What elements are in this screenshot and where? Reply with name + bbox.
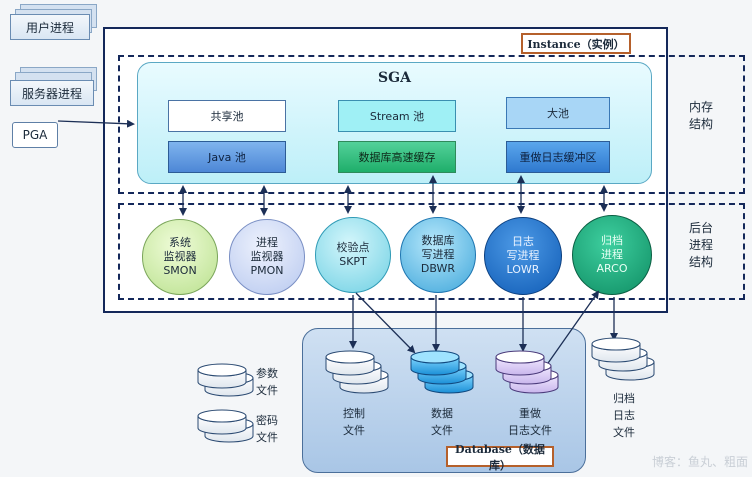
file-label-line: 日志文件 bbox=[508, 424, 552, 437]
file-label-line: 文件 bbox=[431, 424, 453, 437]
file-label-line: 控制 bbox=[343, 407, 365, 420]
archive-log-file-icon bbox=[591, 337, 655, 381]
archive-log-file-label: 归档 日志 文件 bbox=[608, 390, 640, 441]
file-label-line: 文件 bbox=[256, 384, 278, 397]
data-file-label: 数据 文件 bbox=[424, 405, 460, 439]
file-label-line: 数据 bbox=[431, 407, 453, 420]
redo-log-file-icon bbox=[495, 350, 559, 394]
redo-log-file-label: 重做 日志文件 bbox=[500, 405, 560, 439]
file-label-line: 文件 bbox=[613, 426, 635, 439]
data-file-icon bbox=[410, 350, 474, 394]
file-label-line: 文件 bbox=[343, 424, 365, 437]
watermark: 博客：鱼丸、粗面 bbox=[651, 455, 748, 469]
file-label-line: 重做 bbox=[519, 407, 541, 420]
file-label-line: 归档 bbox=[613, 392, 635, 405]
parameter-file-icon bbox=[197, 363, 254, 397]
control-file-icon bbox=[325, 350, 389, 394]
control-file-label: 控制 文件 bbox=[336, 405, 372, 439]
password-file-label: 密码 文件 bbox=[256, 412, 286, 446]
file-label-line: 参数 bbox=[256, 367, 278, 380]
password-file-icon bbox=[197, 409, 254, 443]
redo-arch-arrow bbox=[545, 290, 600, 367]
ckpt-data-arrow bbox=[355, 292, 416, 354]
file-label-line: 密码 bbox=[256, 414, 278, 427]
oracle-architecture-diagram: 用户进程 服务器进程 PGA Instance（实例） 内存 结构 后台 进程 … bbox=[0, 0, 752, 477]
server-to-sga-arrow bbox=[57, 119, 135, 128]
file-label-line: 日志 bbox=[613, 409, 635, 422]
file-label-line: 文件 bbox=[256, 431, 278, 444]
parameter-file-label: 参数 文件 bbox=[256, 365, 286, 399]
